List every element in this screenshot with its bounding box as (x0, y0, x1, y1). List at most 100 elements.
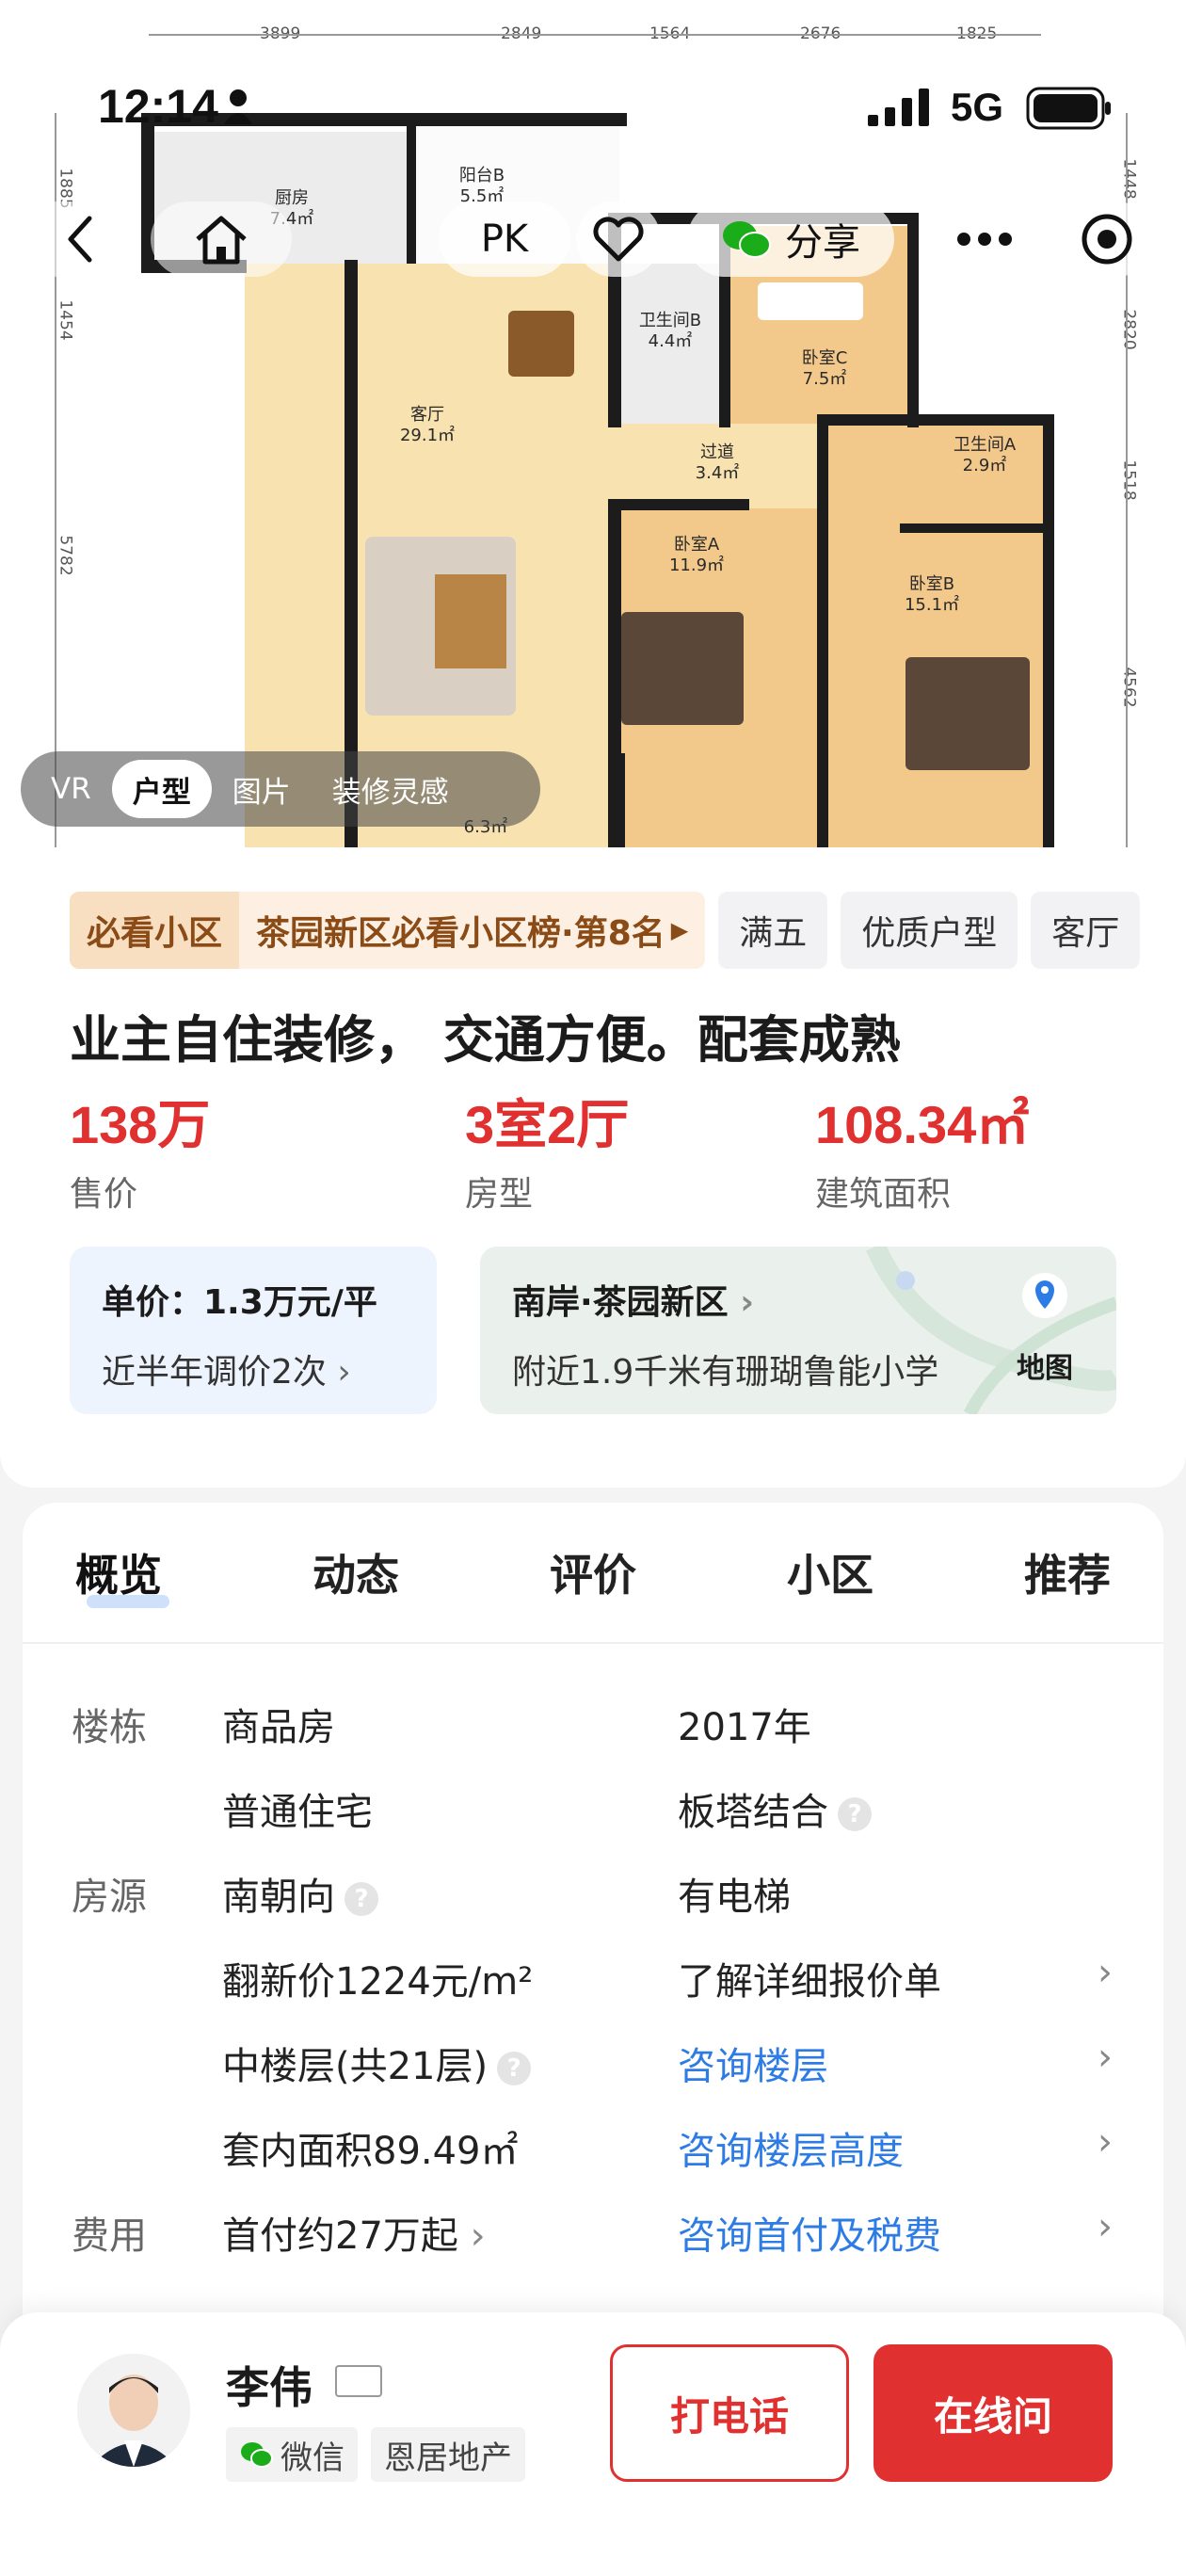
room-label: 过道 3.4㎡ (695, 443, 740, 483)
location-box[interactable]: 南岸·茶园新区 › 附近1.9千米有珊瑚鲁能小学 地图 (480, 1247, 1116, 1414)
avatar[interactable] (77, 2354, 190, 2467)
triangle-right-icon: ▶ (670, 917, 689, 943)
map-pin-icon (1022, 1273, 1067, 1318)
room-label: 卧室A 11.9㎡ (668, 535, 725, 575)
tab-decor[interactable]: 装修灵感 (312, 760, 470, 818)
network-label: 5G (951, 85, 1004, 129)
info-row: 房源 南朝向? 有电梯 (23, 1866, 1163, 1951)
info-row[interactable]: 套内面积89.49㎡ 咨询楼层高度 › (23, 2120, 1163, 2205)
chevron-left-icon (68, 216, 92, 263)
wall (817, 424, 828, 847)
tab-photos[interactable]: 图片 (212, 760, 312, 818)
chevron-right-icon: › (1098, 1951, 1113, 1994)
wechat-icon (241, 2442, 273, 2468)
signal-icon (868, 89, 929, 126)
tab-updates[interactable]: 动态 (313, 1541, 399, 1603)
dim-right-1: 1448 (1119, 158, 1139, 200)
more-button[interactable] (928, 201, 1041, 277)
dim-right-4: 4562 (1119, 667, 1139, 708)
pk-button[interactable]: PK (439, 201, 570, 277)
target-icon (1082, 214, 1132, 265)
record-button[interactable] (1060, 201, 1154, 277)
info-row[interactable]: 中楼层(共21层)? 咨询楼层 › (23, 2036, 1163, 2120)
price-value: 138万 (70, 1095, 211, 1154)
media-tabs: VR 户型 图片 装修灵感 (21, 751, 540, 827)
tab-floorplan[interactable]: 户型 (111, 760, 212, 818)
price-label: 售价 (70, 1175, 138, 1214)
company-chip: 恩居地产 (371, 2427, 525, 2482)
row-value-2: 有电梯 (678, 1876, 791, 1919)
wall (817, 414, 1052, 426)
tab-overview[interactable]: 概览 (75, 1541, 162, 1603)
wechat-chip[interactable]: 微信 (226, 2427, 358, 2482)
row-value: 普通住宅 (222, 1791, 373, 1834)
agent-photo (77, 2354, 190, 2467)
section-tabs: 概览 动态 评价 小区 推荐 (23, 1503, 1163, 1644)
row-value-2: 2017年 (678, 1706, 811, 1749)
wall (1043, 414, 1054, 847)
row-value-2: 板塔结合? (678, 1781, 872, 1836)
tag-item: 客厅 (1031, 892, 1141, 969)
help-icon[interactable]: ? (838, 1797, 872, 1831)
map-label[interactable]: 地图 (1017, 1344, 1073, 1386)
favorite-button[interactable] (576, 201, 661, 277)
back-button[interactable] (19, 201, 141, 277)
chevron-right-icon: › (728, 1283, 755, 1322)
help-icon[interactable]: ? (497, 2052, 532, 2085)
tag-row: 必看小区 茶园新区必看小区榜·第8名 ▶ 满五 优质户型 客厅 (70, 892, 1141, 969)
dim-right-2: 2820 (1119, 309, 1139, 350)
dining-table (508, 311, 574, 377)
contact-bar: 李伟 微信 恩居地产 打电话 在线问 (0, 2312, 1186, 2576)
info-row: 普通住宅 板塔结合? (23, 1781, 1163, 1866)
floor-consult-link[interactable]: 咨询楼层 (678, 2036, 828, 2090)
call-button[interactable]: 打电话 (610, 2344, 849, 2482)
quote-link[interactable]: 了解详细报价单 (678, 1951, 941, 2005)
home-icon (196, 216, 247, 265)
dim-left-2: 1454 (56, 299, 75, 341)
dim-right-3: 1518 (1119, 459, 1139, 501)
wall (608, 753, 625, 847)
more-icon (957, 233, 1012, 246)
ranking-tag-label: 必看小区 (70, 892, 240, 969)
floor-plan-image[interactable]: 3899 2849 1564 2676 1825 1885 1454 5782 … (0, 0, 1186, 847)
wechat-label: 微信 (280, 2439, 345, 2477)
tab-reviews[interactable]: 评价 (550, 1541, 636, 1603)
row-value: 翻新价1224元/m² (222, 1960, 534, 2004)
row-value[interactable]: 首付约27万起 › (222, 2205, 486, 2260)
chevron-right-icon: › (326, 1353, 351, 1392)
bed-c (758, 282, 863, 320)
floor-height-link[interactable]: 咨询楼层高度 (678, 2120, 904, 2175)
info-row[interactable]: 翻新价1224元/m² 了解详细报价单 › (23, 1951, 1163, 2036)
home-button[interactable] (151, 201, 292, 277)
price-adjust-row: 近半年调价2次 › (102, 1353, 351, 1392)
layout-label: 房型 (465, 1175, 534, 1214)
room-label: 卧室C 7.5㎡ (801, 348, 848, 389)
nearby-school: 附近1.9千米有珊瑚鲁能小学 (512, 1353, 939, 1392)
heart-icon (593, 217, 644, 262)
downpayment-link[interactable]: 咨询首付及税费 (678, 2205, 941, 2260)
bed-b (906, 657, 1030, 770)
unit-price-box[interactable]: 单价：1.3万元/平 近半年调价2次 › (70, 1247, 437, 1414)
battery-icon (1026, 87, 1111, 130)
tab-recommend[interactable]: 推荐 (1024, 1541, 1111, 1603)
row-key: 楼栋 (72, 1706, 147, 1749)
tab-community[interactable]: 小区 (787, 1541, 873, 1603)
wall (900, 523, 1050, 533)
phone-screen: 3899 2849 1564 2676 1825 1885 1454 5782 … (0, 0, 1186, 2576)
unit-price: 单价：1.3万元/平 (102, 1283, 377, 1322)
listing-title: 业主自住装修， 交通方便。配套成熟 (70, 1010, 901, 1070)
help-icon[interactable]: ? (345, 1882, 378, 1916)
coffee-table (435, 574, 506, 668)
info-row[interactable]: 费用 首付约27万起 › 咨询首付及税费 › (23, 2205, 1163, 2290)
chat-button[interactable]: 在线问 (873, 2344, 1113, 2482)
ranking-tag-text: 茶园新区必看小区榜·第8名 ▶ (256, 914, 689, 953)
ranking-tag[interactable]: 必看小区 茶园新区必看小区榜·第8名 ▶ (70, 892, 706, 969)
room-label: 卫生间A 2.9㎡ (953, 435, 1017, 475)
chevron-right-icon: › (1098, 2205, 1113, 2248)
wechat-icon (723, 221, 771, 258)
chevron-right-icon: › (1098, 2120, 1113, 2164)
share-button[interactable]: 分享 (687, 201, 894, 277)
row-key: 房源 (72, 1876, 147, 1919)
location-row: 南岸·茶园新区 › (512, 1283, 755, 1322)
tab-vr[interactable]: VR (30, 760, 112, 818)
